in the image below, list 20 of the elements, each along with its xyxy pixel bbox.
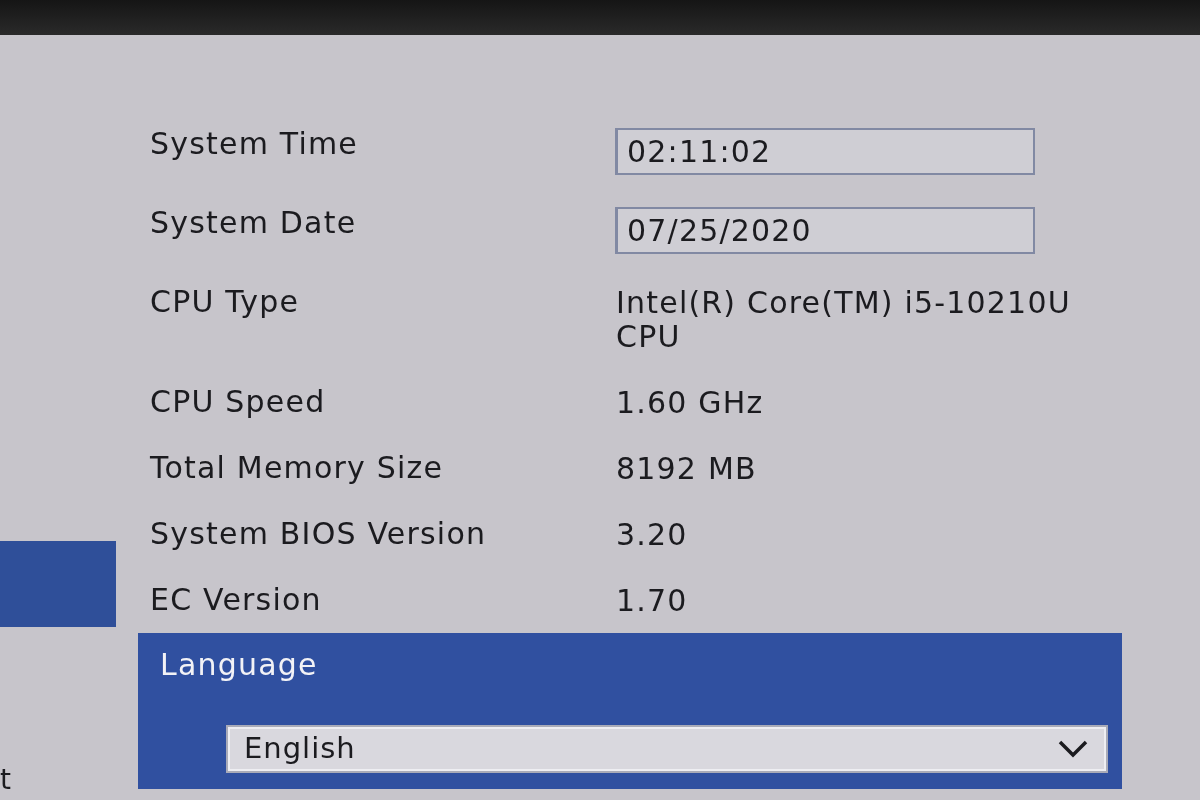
sidebar-item[interactable] [0,541,116,627]
field-value: 8192 MB [616,452,757,486]
field-label: CPU Speed [150,386,327,418]
sidebar-item[interactable]: t [0,765,11,795]
field-label: System Date [150,207,358,239]
field-value: 1.60 GHz [616,386,764,420]
field-label: System BIOS Version [150,518,488,550]
field-value: 1.70 [616,584,688,618]
field-label: Language [160,649,319,681]
field-label: Total Memory Size [150,452,445,484]
chevron-down-icon [1058,740,1088,758]
field-label: System Time [150,128,360,160]
language-dropdown[interactable]: English [226,725,1108,773]
field-label: CPU Type [150,286,301,318]
input-field[interactable]: 07/25/2020 [615,207,1035,254]
field-label: EC Version [150,584,323,616]
highlighted-row[interactable]: Language English [138,633,1122,789]
field-value: Intel(R) Core(TM) i5-10210U CPU [616,286,1072,354]
field-value: 3.20 [616,518,688,552]
input-field[interactable]: 02:11:02 [615,128,1035,175]
